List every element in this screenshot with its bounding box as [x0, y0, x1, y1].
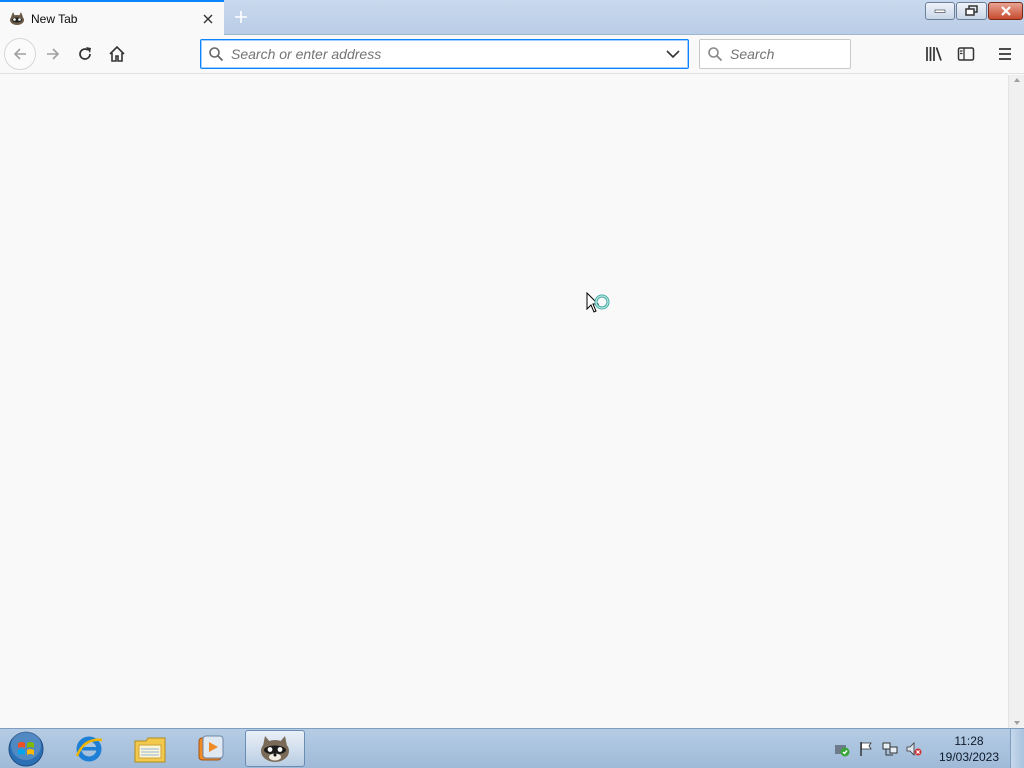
tab-new-tab[interactable]: New Tab: [0, 0, 224, 35]
search-icon: [201, 46, 231, 62]
window-close-icon[interactable]: [988, 2, 1023, 20]
home-icon[interactable]: [101, 38, 133, 70]
sidebar-icon[interactable]: [950, 38, 982, 70]
tab-strip: New Tab: [0, 0, 1024, 35]
vertical-scrollbar[interactable]: [1008, 75, 1024, 728]
taskbar: 11:28 19/03/2023: [0, 728, 1024, 768]
network-icon[interactable]: [881, 740, 899, 758]
chevron-down-icon[interactable]: [658, 49, 688, 59]
tab-title: New Tab: [31, 11, 78, 26]
plus-icon[interactable]: [230, 6, 252, 28]
action-center-flag-icon[interactable]: [857, 740, 875, 758]
hamburger-menu-icon[interactable]: [989, 38, 1021, 70]
library-icon[interactable]: [918, 38, 950, 70]
minimize-icon[interactable]: [925, 2, 955, 20]
media-player-icon[interactable]: [182, 730, 240, 767]
forward-arrow-icon[interactable]: [37, 38, 69, 70]
internet-explorer-icon[interactable]: [60, 730, 118, 767]
system-clock[interactable]: 11:28 19/03/2023: [932, 733, 1006, 765]
file-explorer-icon[interactable]: [121, 730, 179, 767]
reload-icon[interactable]: [69, 38, 101, 70]
back-arrow-icon[interactable]: [4, 38, 36, 70]
raccoon-icon: [9, 11, 25, 27]
close-icon[interactable]: [198, 9, 218, 29]
busy-cursor-icon: [586, 291, 614, 325]
volume-muted-icon[interactable]: [905, 740, 923, 758]
security-shield-icon[interactable]: [833, 740, 851, 758]
page-content[interactable]: [0, 75, 1008, 728]
restore-icon[interactable]: [956, 2, 987, 20]
address-input[interactable]: [231, 46, 658, 62]
search-icon: [700, 46, 730, 62]
raccoon-browser-icon[interactable]: [245, 730, 305, 767]
search-input[interactable]: [730, 46, 850, 62]
clock-date: 19/03/2023: [938, 750, 1000, 764]
clock-time: 11:28: [954, 734, 984, 748]
windows-start-icon[interactable]: [4, 730, 48, 768]
show-desktop-button[interactable]: [1010, 729, 1024, 768]
navigation-toolbar: [0, 35, 1024, 74]
search-bar[interactable]: [699, 39, 851, 69]
address-bar[interactable]: [200, 39, 689, 69]
